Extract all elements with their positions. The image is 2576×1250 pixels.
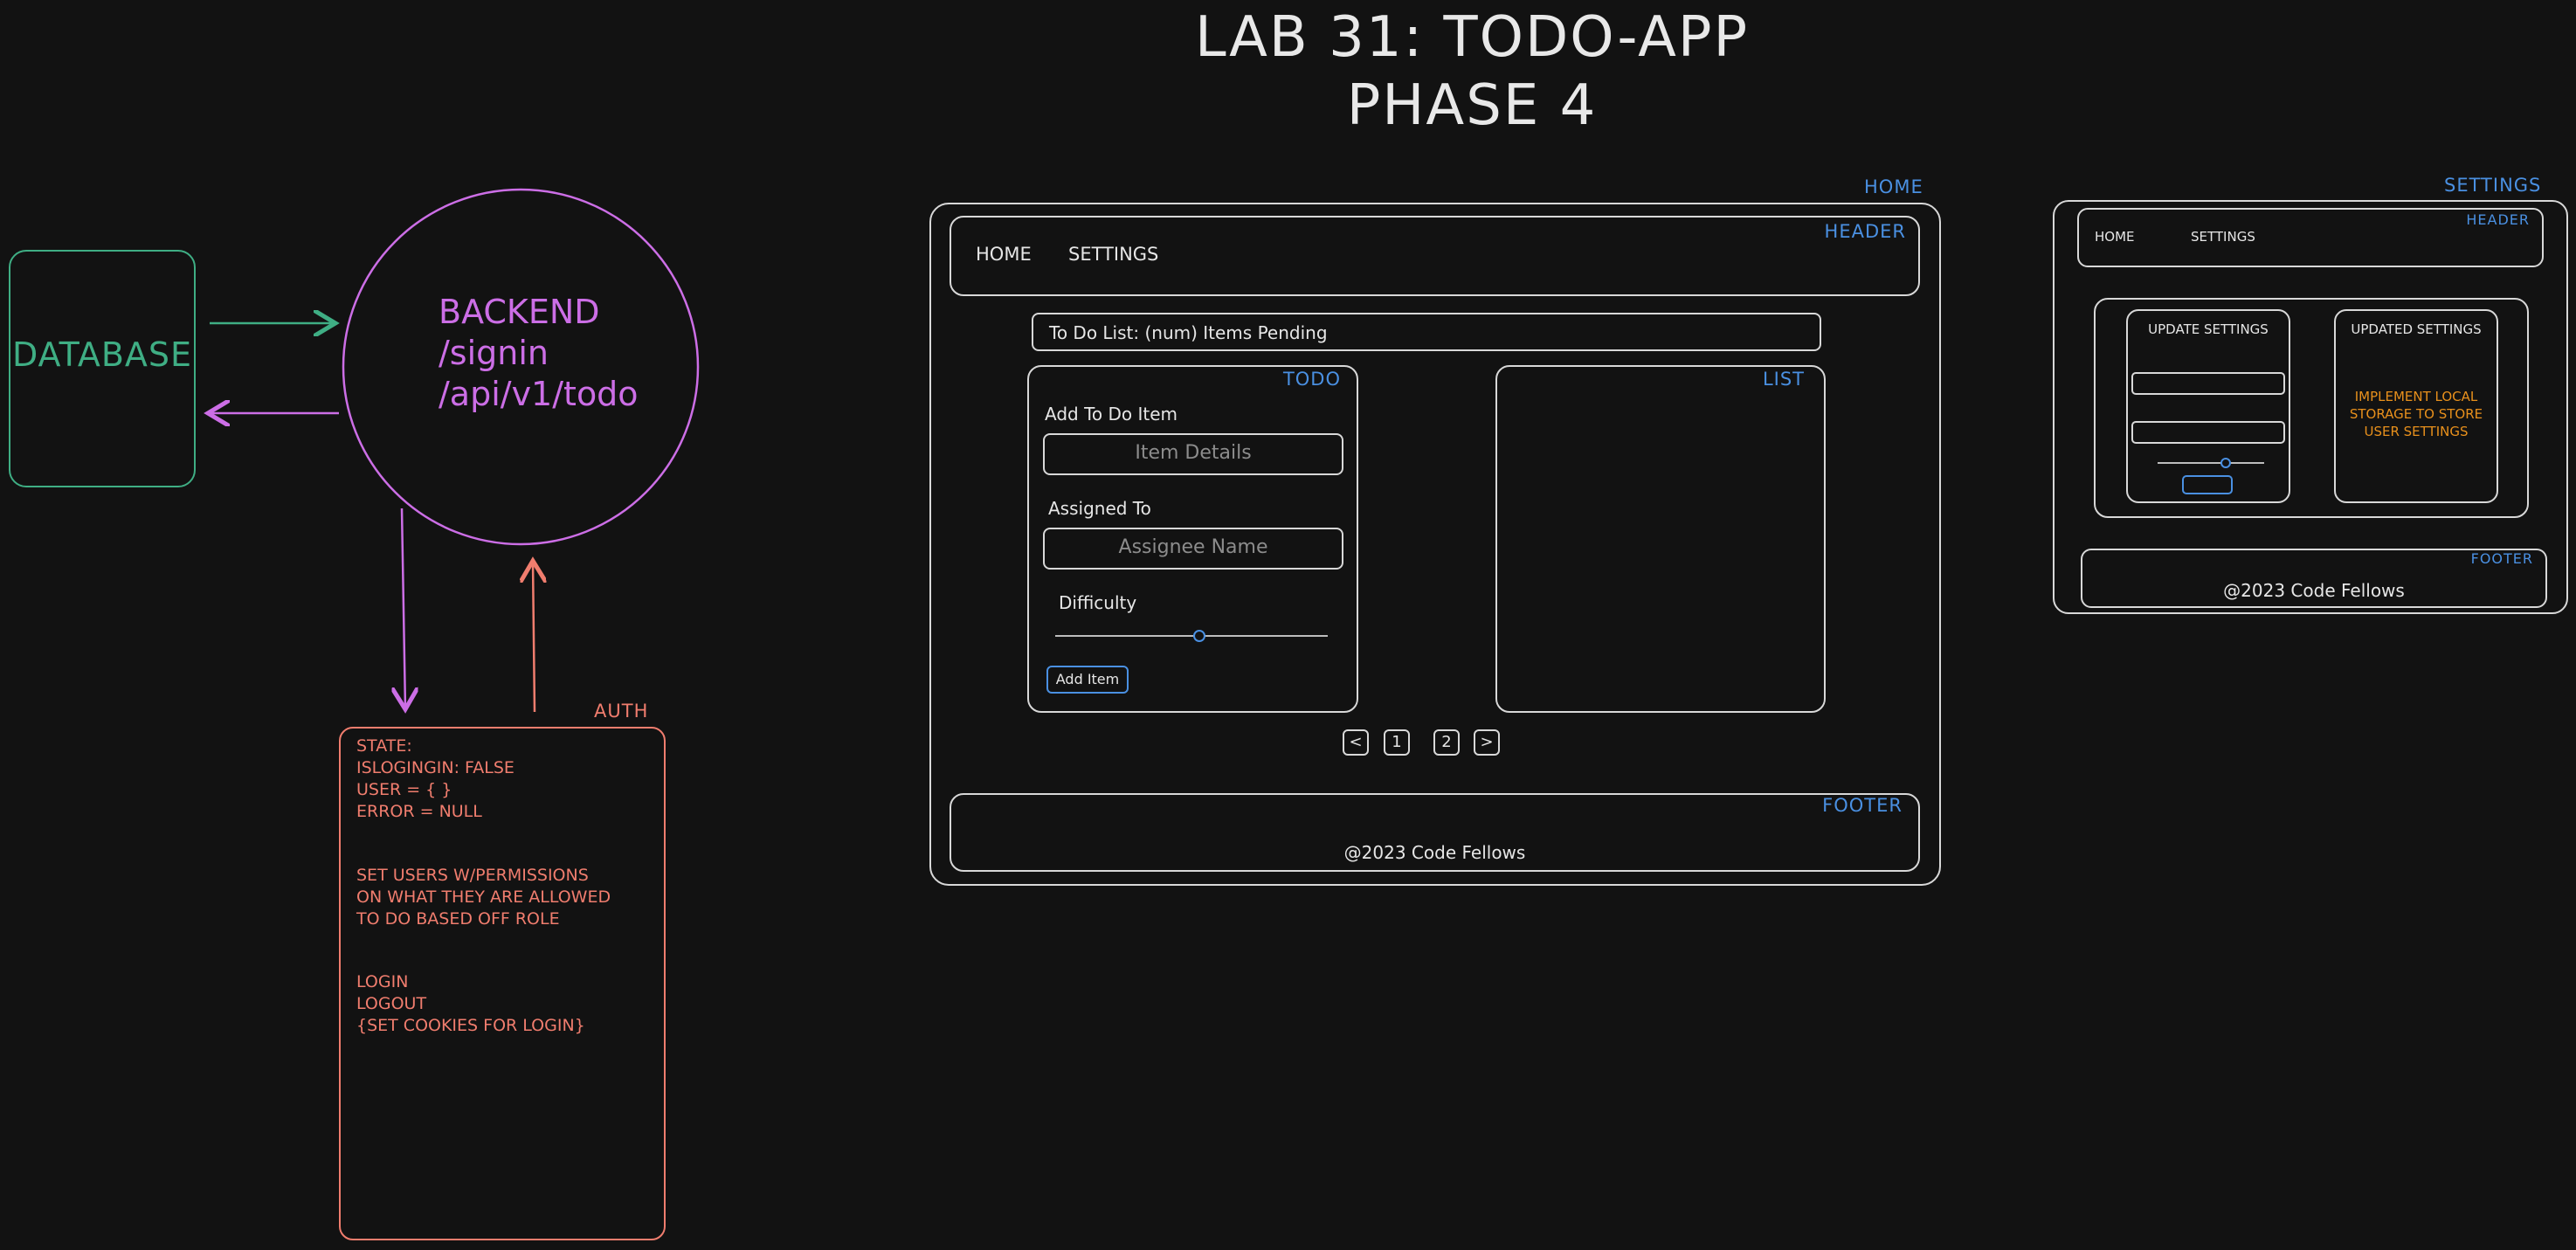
- backend-text: BACKEND /signin /api/v1/todo: [439, 292, 639, 415]
- pager-page-2-button[interactable]: 2: [1433, 729, 1460, 756]
- pending-items-text: To Do List: (num) Items Pending: [1049, 322, 1328, 343]
- database-label: DATABASE: [11, 335, 193, 374]
- todo-list-panel: LIST: [1495, 365, 1826, 713]
- arrow-auth-to-backend: [533, 561, 535, 713]
- local-storage-note: IMPLEMENT LOCAL STORAGE TO STORE USER SE…: [2336, 388, 2497, 440]
- auth-state-line: ERROR = NULL: [356, 802, 482, 821]
- home-footer-tag: FOOTER: [1822, 795, 1903, 816]
- item-details-input[interactable]: Item Details: [1043, 433, 1343, 475]
- update-settings-title: UPDATE SETTINGS: [2148, 321, 2269, 337]
- pager-page-1-button[interactable]: 1: [1384, 729, 1410, 756]
- updated-settings-panel: UPDATED SETTINGS IMPLEMENT LOCAL STORAGE…: [2334, 309, 2498, 503]
- settings-tag: SETTINGS: [2444, 175, 2542, 196]
- note-line: STORAGE TO STORE: [2349, 406, 2483, 422]
- assigned-to-label: Assigned To: [1048, 498, 1151, 519]
- settings-header: HEADER HOME SETTINGS: [2077, 208, 2544, 267]
- home-footer-copyright: @2023 Code Fellows: [1343, 842, 1526, 863]
- difficulty-label: Difficulty: [1059, 592, 1137, 613]
- auth-box: STATE: ISLOGINGIN: FALSE USER = { } ERRO…: [339, 727, 666, 1240]
- arrow-backend-to-auth: [402, 508, 405, 709]
- backend-route-todo: /api/v1/todo: [439, 375, 639, 413]
- nav-settings-link[interactable]: SETTINGS: [1068, 244, 1158, 265]
- home-header-tag: HEADER: [1824, 221, 1906, 242]
- settings-submit-button[interactable]: [2182, 475, 2233, 494]
- auth-state-line: ISLOGINGIN: FALSE: [356, 758, 515, 777]
- database-box: DATABASE: [9, 250, 196, 487]
- updated-settings-title: UPDATED SETTINGS: [2351, 321, 2482, 337]
- note-line: IMPLEMENT LOCAL: [2354, 389, 2478, 404]
- update-settings-form: UPDATE SETTINGS: [2126, 309, 2290, 503]
- status-bar: To Do List: (num) Items Pending: [1032, 313, 1821, 351]
- settings-footer-copyright: @2023 Code Fellows: [2223, 580, 2405, 601]
- nav-home-link[interactable]: HOME: [976, 244, 1032, 265]
- auth-permissions-line: TO DO BASED OFF ROLE: [356, 909, 560, 929]
- assignee-name-input[interactable]: Assignee Name: [1043, 528, 1343, 570]
- todo-tag: TODO: [1282, 369, 1341, 390]
- add-item-label: Add To Do Item: [1045, 404, 1178, 425]
- pager-next-button[interactable]: >: [1474, 729, 1500, 756]
- auth-state-line: STATE:: [356, 736, 412, 756]
- home-footer: FOOTER @2023 Code Fellows: [950, 793, 1920, 872]
- title-line-1: LAB 31: TODO-APP: [1194, 5, 1750, 70]
- settings-footer: FOOTER @2023 Code Fellows: [2081, 549, 2547, 608]
- settings-nav-home-link[interactable]: HOME: [2095, 229, 2135, 245]
- backend-label: BACKEND: [439, 293, 600, 331]
- pager-prev-button[interactable]: <: [1343, 729, 1369, 756]
- todo-form: TODO Add To Do Item Item Details Assigne…: [1027, 365, 1358, 713]
- settings-header-tag: HEADER: [2466, 211, 2530, 228]
- backend-route-signin: /signin: [439, 334, 549, 372]
- add-item-button[interactable]: Add Item: [1046, 666, 1129, 694]
- settings-footer-tag: FOOTER: [2470, 550, 2533, 567]
- auth-state-block: STATE: ISLOGINGIN: FALSE USER = { } ERRO…: [356, 735, 515, 823]
- auth-state-line: USER = { }: [356, 780, 452, 799]
- settings-input-2[interactable]: [2131, 421, 2285, 444]
- auth-login-line: LOGIN: [356, 972, 409, 991]
- page-title: LAB 31: TODO-APP PHASE 4: [0, 3, 2576, 140]
- auth-permissions-line: SET USERS W/PERMISSIONS: [356, 866, 589, 885]
- settings-input-1[interactable]: [2131, 372, 2285, 395]
- auth-login-block: LOGIN LOGOUT {SET COOKIES FOR LOGIN}: [356, 971, 585, 1037]
- note-line: USER SETTINGS: [2364, 424, 2469, 439]
- home-header: HEADER HOME SETTINGS: [950, 216, 1920, 296]
- home-tag: HOME: [1864, 176, 1923, 197]
- settings-nav-settings-link[interactable]: SETTINGS: [2191, 229, 2255, 245]
- auth-permissions-block: SET USERS W/PERMISSIONS ON WHAT THEY ARE…: [356, 865, 611, 930]
- auth-tag: AUTH: [594, 701, 649, 722]
- auth-login-line: {SET COOKIES FOR LOGIN}: [356, 1016, 585, 1035]
- auth-login-line: LOGOUT: [356, 994, 427, 1013]
- list-tag: LIST: [1762, 369, 1805, 390]
- auth-permissions-line: ON WHAT THEY ARE ALLOWED: [356, 887, 611, 907]
- title-line-2: PHASE 4: [1346, 73, 1598, 138]
